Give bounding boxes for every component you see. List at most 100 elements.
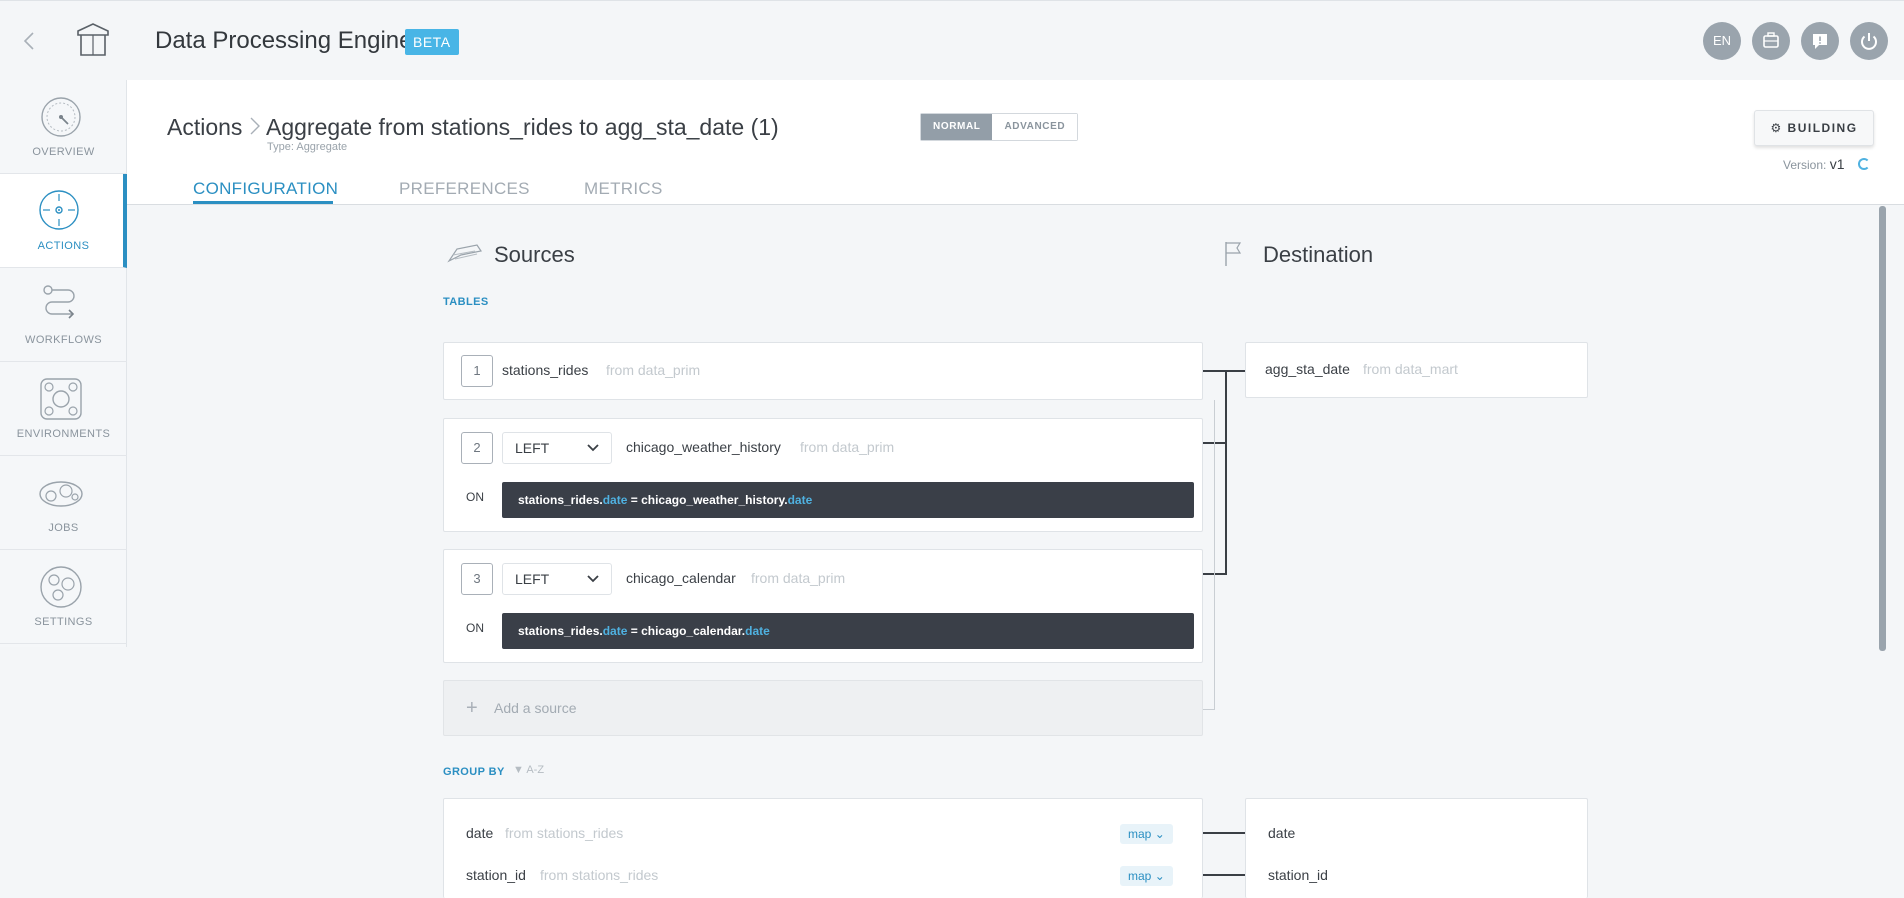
sidebar-item-label: WORKFLOWS (25, 334, 102, 346)
back-arrow-icon[interactable] (22, 29, 42, 53)
flag-icon (1225, 242, 1242, 266)
briefcase-button[interactable] (1752, 22, 1790, 60)
connector-line (1203, 832, 1245, 834)
mode-advanced-button[interactable]: ADVANCED (992, 114, 1078, 140)
source-number: 2 (461, 432, 493, 464)
sidebar-item-environments[interactable]: ENVIRONMENTS (0, 362, 127, 456)
group-field-name: station_id (466, 867, 526, 883)
app-title: Data Processing Engine (155, 27, 413, 54)
destination-schema: from data_mart (1363, 361, 1458, 377)
destination-name: agg_sta_date (1265, 361, 1350, 377)
map-dropdown[interactable]: map ⌄ (1120, 824, 1173, 844)
plus-icon: + (466, 697, 478, 719)
on-label: ON (466, 621, 484, 635)
source-table-1[interactable]: 1 stations_rides from data_prim (443, 342, 1203, 400)
source-name: chicago_calendar (626, 570, 736, 586)
group-by-label: GROUP BY (443, 766, 505, 778)
group-by-source-panel: date from stations_rides map ⌄ station_i… (443, 798, 1203, 898)
condition-left-field: date (602, 493, 628, 507)
power-button[interactable] (1850, 22, 1888, 60)
tab-metrics[interactable]: METRICS (584, 179, 663, 199)
sidebar-item-label: JOBS (48, 522, 79, 534)
mode-normal-button[interactable]: NORMAL (921, 114, 993, 140)
language-button[interactable]: EN (1703, 22, 1741, 60)
source-table-3[interactable]: 3 LEFT chicago_calendar from data_prim O… (443, 549, 1203, 663)
add-source-button[interactable]: + Add a source (443, 680, 1203, 736)
settings-icon (40, 566, 82, 608)
destination-title: Destination (1263, 242, 1374, 267)
gears-icon (39, 481, 83, 507)
join-type-value: LEFT (515, 440, 550, 456)
sidebar-item-overview[interactable]: OVERVIEW (0, 80, 127, 174)
join-condition[interactable]: stations_rides.date = chicago_calendar.d… (502, 613, 1194, 649)
connector-line (1203, 442, 1227, 444)
network-icon (40, 378, 82, 420)
join-type-select[interactable]: LEFT (502, 563, 612, 595)
sidebar-item-label: SETTINGS (34, 616, 93, 628)
sidebar-item-label: OVERVIEW (32, 146, 95, 158)
sources-icon (447, 244, 482, 263)
condition-right-field: date (787, 493, 813, 507)
add-source-label: Add a source (494, 700, 577, 716)
source-schema: from data_prim (751, 570, 846, 586)
chevron-down-icon (587, 575, 599, 583)
mode-toggle: NORMAL ADVANCED (920, 113, 1079, 141)
map-label: map (1128, 827, 1152, 841)
version-info: Version: v1 (1783, 156, 1845, 172)
connector-line (1203, 370, 1227, 372)
sidebar: OVERVIEW ACTIONS WORKFLOWS ENVIRONMENTS … (0, 80, 127, 647)
version-label: Version: (1783, 158, 1827, 172)
group-field-source: from stations_rides (505, 825, 624, 841)
map-dropdown[interactable]: map ⌄ (1120, 866, 1173, 886)
source-table-2[interactable]: 2 LEFT chicago_weather_history from data… (443, 418, 1203, 532)
group-by-destination-panel: date station_id (1245, 798, 1588, 898)
join-condition[interactable]: stations_rides.date = chicago_weather_hi… (502, 482, 1194, 518)
building-button[interactable]: ⚙ BUILDING (1754, 110, 1874, 146)
connector-line (1225, 370, 1227, 575)
source-schema: from data_prim (800, 439, 895, 455)
source-name: chicago_weather_history (626, 439, 781, 455)
tables-label: TABLES (443, 296, 489, 308)
loading-spinner-icon (1858, 158, 1870, 170)
on-label: ON (466, 490, 484, 504)
target-icon (39, 190, 79, 230)
sidebar-item-workflows[interactable]: WORKFLOWS (0, 268, 127, 362)
connector-line (1225, 370, 1245, 372)
source-schema: from data_prim (606, 362, 701, 378)
building-label: BUILDING (1787, 121, 1858, 135)
join-type-select[interactable]: LEFT (502, 432, 612, 464)
destination-table[interactable]: agg_sta_date from data_mart (1245, 342, 1588, 398)
sort-down-icon: ▼ (513, 764, 524, 776)
action-type: Type: Aggregate (267, 141, 348, 153)
sidebar-item-jobs[interactable]: JOBS (0, 456, 127, 550)
version-value: v1 (1829, 156, 1845, 172)
sidebar-item-label: ACTIONS (37, 240, 90, 252)
condition-right-table: = chicago_weather_history. (627, 493, 788, 507)
group-field-source: from stations_rides (540, 867, 659, 883)
condition-left-table: stations_rides. (518, 493, 603, 507)
sort-az-label: A-Z (526, 764, 545, 776)
breadcrumb-actions[interactable]: Actions (167, 114, 242, 141)
map-label: map (1128, 869, 1152, 883)
condition-left-field: date (602, 624, 628, 638)
briefcase-icon (1763, 32, 1779, 48)
tab-preferences[interactable]: PREFERENCES (399, 179, 530, 199)
main-panel: Actions Aggregate from stations_rides to… (127, 80, 1904, 898)
chevron-down-icon (587, 444, 599, 452)
connector-guide (1203, 709, 1215, 710)
page-title: Aggregate from stations_rides to agg_sta… (266, 114, 779, 140)
tab-configuration[interactable]: CONFIGURATION (193, 179, 338, 199)
group-field-name: date (466, 825, 494, 841)
sort-az-button[interactable]: ▼ A-Z (513, 764, 544, 776)
feedback-button[interactable] (1801, 22, 1839, 60)
top-bar: Data Processing Engine BETA EN (0, 0, 1904, 80)
gear-icon: ⚙ (1770, 121, 1783, 135)
source-number: 1 (461, 355, 493, 387)
connector-guide (1214, 400, 1215, 710)
sidebar-item-settings[interactable]: SETTINGS (0, 550, 127, 644)
destination-field-name: date (1268, 825, 1296, 841)
sidebar-item-actions[interactable]: ACTIONS (0, 174, 127, 268)
chat-icon (1813, 34, 1827, 49)
source-number: 3 (461, 563, 493, 595)
workflow-icon (43, 285, 75, 319)
